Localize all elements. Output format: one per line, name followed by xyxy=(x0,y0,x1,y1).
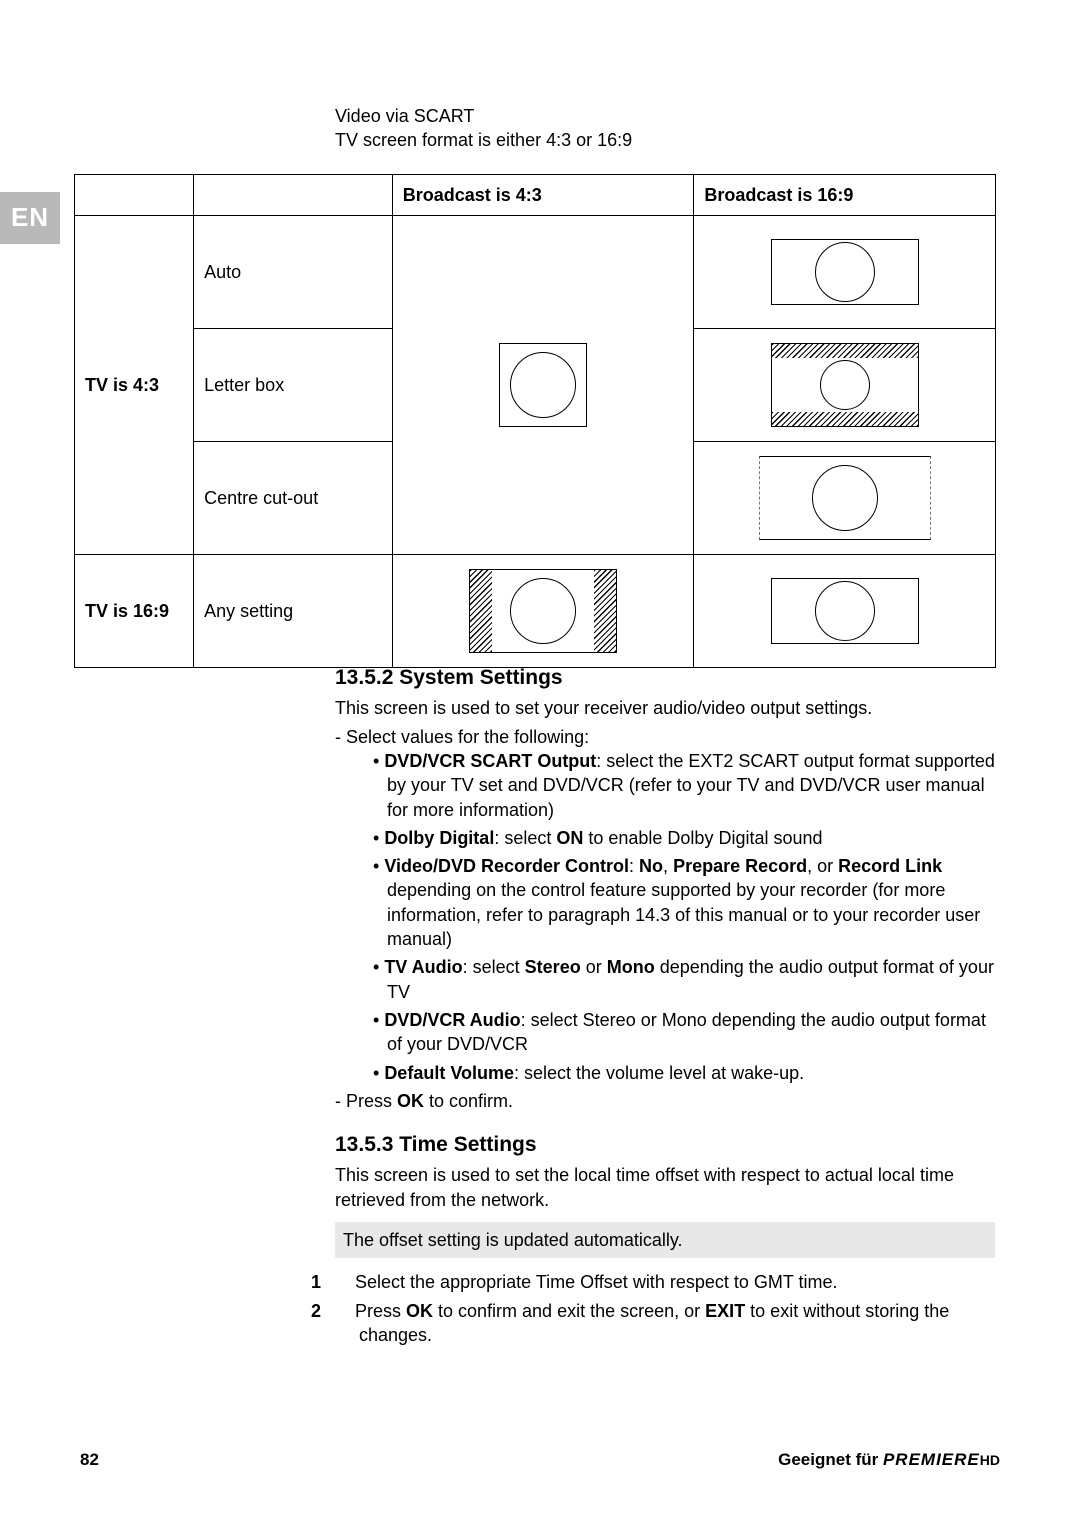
section-system-settings: 13.5.2 System Settings This screen is us… xyxy=(335,664,995,1351)
dash-list: Select values for the following: DVD/VCR… xyxy=(335,725,995,1113)
screen-diagram-icon xyxy=(403,563,684,659)
table-header-row: Broadcast is 4:3 Broadcast is 16:9 xyxy=(75,175,996,216)
list-item: Press OK to confirm. xyxy=(335,1089,995,1113)
screen-diagram-icon xyxy=(704,337,985,433)
paragraph: This screen is used to set the local tim… xyxy=(335,1163,995,1212)
bullet-list: DVD/VCR SCART Output: select the EXT2 SC… xyxy=(373,749,995,1085)
numbered-list: 1Select the appropriate Time Offset with… xyxy=(335,1270,995,1347)
list-item: Video/DVD Recorder Control: No, Prepare … xyxy=(373,854,995,951)
cell-mode-letterbox: Letter box xyxy=(194,329,393,442)
list-item: Default Volume: select the volume level … xyxy=(373,1061,995,1085)
list-item: 1Select the appropriate Time Offset with… xyxy=(335,1270,995,1294)
list-item: 2Press OK to confirm and exit the screen… xyxy=(335,1299,995,1348)
intro-line-2: TV screen format is either 4:3 or 16:9 xyxy=(335,128,995,152)
list-item: DVD/VCR SCART Output: select the EXT2 SC… xyxy=(373,749,995,822)
cell-diagram-169-169 xyxy=(694,555,996,668)
screen-diagram-icon xyxy=(704,563,985,659)
list-item: DVD/VCR Audio: select Stereo or Mono dep… xyxy=(373,1008,995,1057)
header-broadcast-43: Broadcast is 4:3 xyxy=(392,175,694,216)
note-box: The offset setting is updated automatica… xyxy=(335,1222,995,1258)
cell-mode-any: Any setting xyxy=(194,555,393,668)
cell-mode-centrecutout: Centre cut-out xyxy=(194,442,393,555)
paragraph: This screen is used to set your receiver… xyxy=(335,696,995,720)
aspect-ratio-table: Broadcast is 4:3 Broadcast is 16:9 TV is… xyxy=(74,174,996,668)
cell-diagram-169-43 xyxy=(392,555,694,668)
page-footer: 82 Geeignet für PREMIEREHD xyxy=(80,1449,1000,1472)
heading-system-settings: 13.5.2 System Settings xyxy=(335,664,995,692)
screen-diagram-icon xyxy=(704,450,985,546)
table-row: TV is 4:3 Auto xyxy=(75,216,996,329)
list-item: Dolby Digital: select ON to enable Dolby… xyxy=(373,826,995,850)
cell-diagram-43-43 xyxy=(392,216,694,555)
cell-tv-43: TV is 4:3 xyxy=(75,216,194,555)
list-item: TV Audio: select Stereo or Mono dependin… xyxy=(373,955,995,1004)
intro-line-1: Video via SCART xyxy=(335,104,995,128)
heading-time-settings: 13.5.3 Time Settings xyxy=(335,1131,995,1159)
cell-diagram-43-169-auto xyxy=(694,216,996,329)
table-row: TV is 16:9 Any setting xyxy=(75,555,996,668)
screen-diagram-icon xyxy=(403,235,684,535)
screen-diagram-icon xyxy=(704,224,985,320)
cell-mode-auto: Auto xyxy=(194,216,393,329)
cell-diagram-43-169-letterbox xyxy=(694,329,996,442)
footer-brand: Geeignet für PREMIEREHD xyxy=(778,1449,1000,1472)
language-tab: EN xyxy=(0,192,60,244)
list-item: Select values for the following: DVD/VCR… xyxy=(335,725,995,1085)
cell-tv-169: TV is 16:9 xyxy=(75,555,194,668)
header-broadcast-169: Broadcast is 16:9 xyxy=(694,175,996,216)
page-number: 82 xyxy=(80,1449,99,1472)
intro-block: Video via SCART TV screen format is eith… xyxy=(335,104,995,153)
cell-diagram-43-169-centrecutout xyxy=(694,442,996,555)
